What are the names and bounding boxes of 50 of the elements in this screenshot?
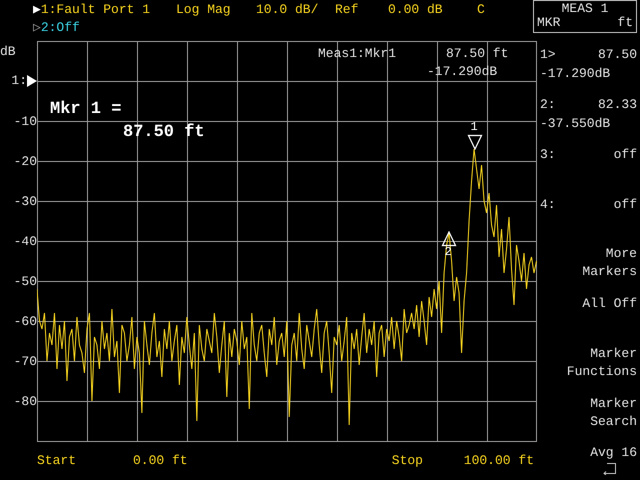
marker-number: 2:: [540, 96, 556, 114]
softkey[interactable]: 3: off: [537, 141, 640, 191]
softkey[interactable]: 4: off: [537, 191, 640, 241]
averaging-label: Avg 16: [589, 444, 638, 462]
marker-number: 3:: [540, 146, 556, 164]
y-axis-label: -10: [14, 113, 37, 131]
y-axis-label: -50: [14, 273, 37, 291]
y-axis-label: -40: [14, 233, 37, 251]
menu-subtitle: MKR: [537, 16, 560, 30]
start-value: 0.00 ft: [133, 452, 188, 470]
softkey[interactable]: 2: 82.33 -37.550dB: [537, 91, 640, 141]
marker-number: 1>: [540, 46, 556, 64]
ref-value: 0.00 dB: [388, 1, 444, 19]
channel-indicator: ▷: [33, 19, 41, 37]
marker-position: off: [614, 146, 637, 164]
softkey[interactable]: More Markers: [537, 241, 640, 291]
marker-value: -37.550dB: [540, 115, 612, 133]
start-label: Start: [37, 452, 78, 470]
channel-label[interactable]: 2:Off: [40, 19, 80, 37]
ref-label: Ref: [335, 1, 360, 19]
marker-position: 82.33: [598, 96, 637, 114]
ref-position-label: 1:: [11, 72, 27, 90]
softkey[interactable]: 1> 87.50 -17.290dB: [537, 41, 640, 91]
marker-position: off: [614, 196, 637, 214]
menu-title: MEAS 1: [560, 2, 610, 16]
stop-value: 100.00 ft: [464, 452, 535, 470]
softkey[interactable]: Marker Search: [537, 391, 640, 441]
softkey[interactable]: Marker Functions: [537, 341, 640, 391]
softkey[interactable]: All Off: [537, 291, 640, 341]
marker-label: 1: [470, 121, 478, 133]
readout-position: 87.50 ft: [446, 45, 508, 63]
marker-value: -17.290dB: [540, 65, 612, 83]
format-label: Log Mag: [176, 1, 232, 19]
y-axis-label: -80: [14, 393, 37, 411]
y-axis-label: -60: [14, 313, 37, 331]
y-axis-label: -30: [14, 193, 37, 211]
channel-indicator: ▶: [33, 1, 41, 19]
marker-number: 4:: [540, 196, 556, 214]
return-icon: [603, 463, 617, 475]
marker-position: 87.50: [598, 46, 637, 64]
stop-label: Stop: [392, 452, 424, 470]
channel-label[interactable]: 1:Fault Port 1: [40, 1, 150, 19]
y-axis-label: -20: [14, 153, 37, 171]
calibration-label: C: [477, 1, 485, 19]
y-unit-label: dB: [0, 43, 16, 61]
y-axis-label: -70: [14, 353, 37, 371]
ref-position-icon: [27, 75, 37, 87]
menu-unit: ft: [617, 16, 633, 30]
marker-readout-label: Mkr 1 =: [50, 100, 122, 120]
scale-label: 10.0 dB/: [256, 1, 320, 19]
